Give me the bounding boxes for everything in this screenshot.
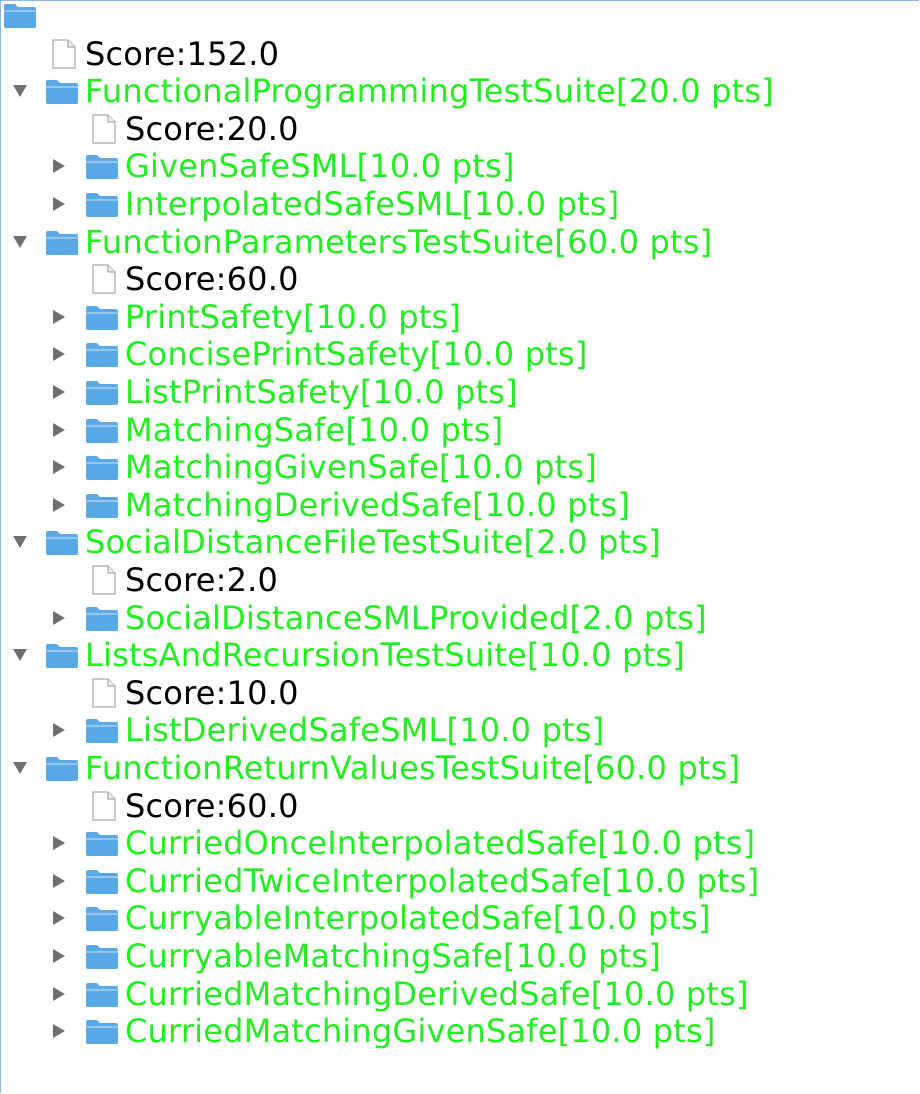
folder-icon bbox=[85, 491, 119, 519]
expand-arrow-icon[interactable] bbox=[53, 422, 65, 437]
expand-arrow-icon[interactable] bbox=[53, 197, 65, 211]
folder-icon bbox=[85, 340, 119, 368]
expand-arrow-icon[interactable] bbox=[53, 460, 65, 475]
file-icon bbox=[51, 38, 77, 69]
folder-icon bbox=[85, 980, 119, 1008]
collapse-arrow-icon[interactable] bbox=[13, 536, 27, 549]
test-label: ListPrintSafety[10.0 pts] bbox=[125, 373, 518, 411]
test-label: CurriedTwiceInterpolatedSafe[10.0 pts] bbox=[125, 861, 760, 900]
expand-arrow-icon[interactable] bbox=[53, 911, 65, 926]
folder-icon bbox=[85, 716, 119, 744]
test-label: CurryableInterpolatedSafe[10.0 pts] bbox=[125, 899, 711, 938]
folder-icon bbox=[45, 641, 79, 669]
expand-arrow-icon[interactable] bbox=[53, 1024, 65, 1039]
expand-arrow-icon[interactable] bbox=[53, 873, 65, 888]
test-label: MatchingDerivedSafe[10.0 pts] bbox=[125, 485, 631, 524]
test-results-tree[interactable]: Score:152.0 FunctionalProgrammingTestSuit… bbox=[0, 0, 919, 1093]
suite-label: ListsAndRecursionTestSuite[10.0 pts] bbox=[85, 636, 685, 675]
test-label: MatchingGivenSafe[10.0 pts] bbox=[125, 448, 597, 487]
expand-arrow-icon[interactable] bbox=[53, 309, 65, 324]
test-label: CurriedMatchingGivenSafe[10.0 pts] bbox=[125, 1012, 716, 1051]
folder-icon bbox=[85, 867, 119, 895]
expand-arrow-icon[interactable] bbox=[53, 723, 65, 738]
test-label: CurriedMatchingDerivedSafe[10.0 pts] bbox=[125, 974, 749, 1013]
file-icon bbox=[91, 114, 117, 144]
test-label: GivenSafeSML[10.0 pts] bbox=[125, 147, 515, 186]
folder-icon bbox=[85, 453, 119, 481]
test-label: CurryableMatchingSafe[10.0 pts] bbox=[125, 937, 661, 975]
test-label: ConcisePrintSafety[10.0 pts] bbox=[125, 335, 588, 374]
suite-label: FunctionParametersTestSuite[60.0 pts] bbox=[85, 222, 713, 261]
folder-icon bbox=[3, 1, 37, 29]
folder-icon bbox=[85, 152, 119, 180]
test-label: InterpolatedSafeSML[10.0 pts] bbox=[125, 185, 620, 223]
suite-label: SocialDistanceFileTestSuite[2.0 pts] bbox=[85, 523, 661, 562]
collapse-arrow-icon[interactable] bbox=[13, 762, 27, 774]
folder-icon bbox=[85, 604, 119, 632]
test-label: CurriedOnceInterpolatedSafe[10.0 pts] bbox=[125, 824, 756, 863]
expand-arrow-icon[interactable] bbox=[53, 159, 65, 174]
folder-icon bbox=[85, 1017, 119, 1045]
folder-icon bbox=[85, 942, 119, 970]
folder-icon bbox=[85, 416, 119, 444]
collapse-arrow-icon[interactable] bbox=[13, 85, 27, 98]
suite-score-label: Score:60.0 bbox=[125, 786, 299, 825]
expand-arrow-icon[interactable] bbox=[53, 949, 65, 963]
total-score-label: Score:152.0 bbox=[85, 34, 280, 73]
suite-score-label: Score:2.0 bbox=[125, 561, 279, 599]
suite-score-label: Score:20.0 bbox=[125, 109, 299, 148]
folder-icon bbox=[45, 77, 79, 105]
suite-score-label: Score:60.0 bbox=[125, 260, 299, 299]
folder-icon bbox=[45, 528, 79, 556]
expand-arrow-icon[interactable] bbox=[53, 986, 65, 1001]
folder-icon bbox=[85, 303, 119, 331]
suite-score-label: Score:10.0 bbox=[125, 673, 299, 712]
test-label: ListDerivedSafeSML[10.0 pts] bbox=[125, 711, 605, 750]
file-icon bbox=[91, 264, 117, 294]
collapse-arrow-icon[interactable] bbox=[13, 235, 27, 248]
suite-label: FunctionReturnValuesTestSuite[60.0 pts] bbox=[85, 749, 741, 787]
file-icon bbox=[91, 678, 117, 708]
test-label: SocialDistanceSMLProvided[2.0 pts] bbox=[125, 598, 707, 637]
file-icon bbox=[91, 790, 117, 821]
folder-icon bbox=[85, 904, 119, 932]
suite-label: FunctionalProgrammingTestSuite[20.0 pts] bbox=[85, 72, 774, 111]
expand-arrow-icon[interactable] bbox=[53, 385, 65, 399]
folder-icon bbox=[85, 829, 119, 857]
collapse-arrow-icon[interactable] bbox=[13, 649, 27, 662]
expand-arrow-icon[interactable] bbox=[53, 347, 65, 362]
folder-icon bbox=[85, 190, 119, 218]
expand-arrow-icon[interactable] bbox=[53, 836, 65, 851]
expand-arrow-icon[interactable] bbox=[53, 610, 65, 625]
folder-icon bbox=[45, 228, 79, 256]
test-label: PrintSafety[10.0 pts] bbox=[125, 297, 462, 336]
test-label: MatchingSafe[10.0 pts] bbox=[125, 410, 504, 449]
file-icon bbox=[91, 565, 117, 595]
expand-arrow-icon[interactable] bbox=[53, 497, 65, 512]
folder-icon bbox=[85, 378, 119, 406]
folder-icon bbox=[45, 754, 79, 782]
